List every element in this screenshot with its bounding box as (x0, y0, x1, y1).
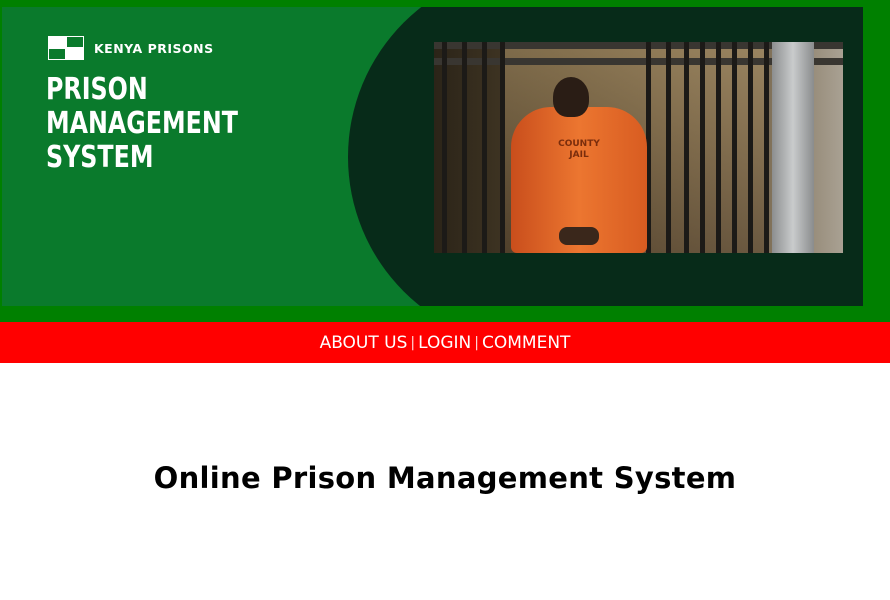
hero-banner: KENYA PRISONS PRISON MANAGEMENT SYSTEM C… (2, 7, 863, 306)
jumpsuit-label: COUNTY JAIL (558, 139, 600, 160)
header-frame: KENYA PRISONS PRISON MANAGEMENT SYSTEM C… (0, 0, 890, 322)
nav-link-login[interactable]: LOGIN (418, 333, 471, 353)
checkered-flag-icon (48, 36, 84, 60)
main-nav: ABOUT US | LOGIN | COMMENT (0, 322, 890, 363)
page-title: Online Prison Management System (153, 461, 737, 495)
nav-separator: | (474, 334, 479, 351)
nav-link-comment[interactable]: COMMENT (482, 333, 570, 353)
brand-row: KENYA PRISONS (48, 36, 214, 60)
system-title: PRISON MANAGEMENT SYSTEM (46, 72, 238, 175)
nav-separator: | (410, 334, 416, 351)
inmate-figure: COUNTY JAIL (511, 77, 647, 253)
nav-link-about-us[interactable]: ABOUT US (320, 333, 408, 353)
brand-name: KENYA PRISONS (94, 40, 214, 56)
inmate-photo: COUNTY JAIL (434, 42, 843, 253)
